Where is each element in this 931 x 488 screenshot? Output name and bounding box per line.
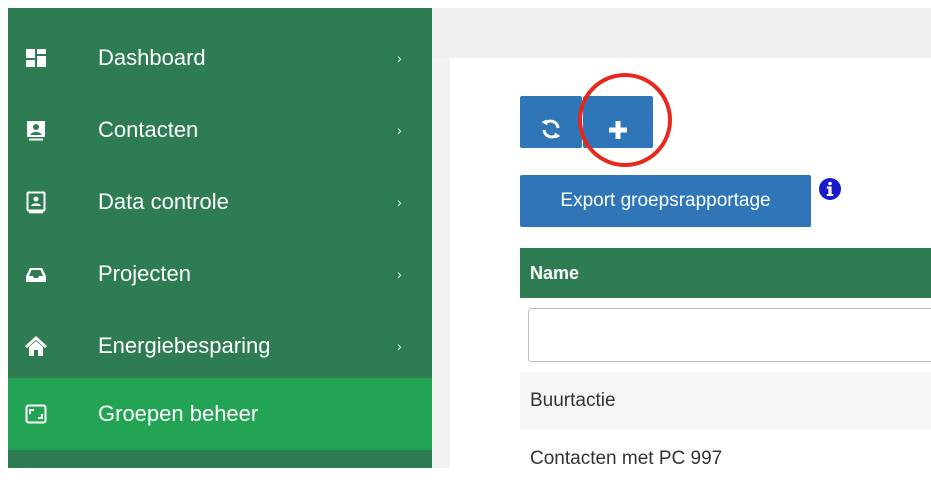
export-group-report-button[interactable]: Export groepsrapportage xyxy=(520,175,811,227)
home-icon xyxy=(25,336,47,356)
column-header-name[interactable]: Name xyxy=(530,248,579,298)
add-group-button[interactable] xyxy=(583,96,653,148)
refresh-button[interactable] xyxy=(520,96,582,148)
plus-icon xyxy=(609,120,627,139)
content-gutter xyxy=(432,58,450,468)
table-cell-name: Contacten met PC 997 xyxy=(530,448,723,469)
sidebar-item-label: Dashboard xyxy=(98,45,206,70)
sidebar-item-contacten[interactable]: Contacten › xyxy=(8,94,432,166)
sidebar-item-data-controle[interactable]: Data controle › xyxy=(8,166,432,238)
sidebar-item-label: Groepen beheer xyxy=(98,401,259,426)
sidebar-item-label: Projecten xyxy=(98,261,191,286)
expand-square-icon xyxy=(25,404,47,424)
chevron-right-icon: › xyxy=(397,266,402,282)
chevron-right-icon: › xyxy=(397,194,402,210)
contact-card-icon xyxy=(27,121,45,141)
table-cell-name: Buurtactie xyxy=(530,390,616,411)
dashboard-icon xyxy=(26,49,46,67)
sidebar-item-dashboard[interactable]: Dashboard › xyxy=(8,22,432,94)
sidebar: Dashboard › Contacten › Data controle › … xyxy=(8,8,432,468)
data-check-icon xyxy=(26,191,46,214)
info-icon[interactable] xyxy=(818,177,842,201)
sidebar-item-label: Energiebesparing xyxy=(98,333,271,358)
sidebar-item-energiebesparing[interactable]: Energiebesparing › xyxy=(8,310,432,382)
chevron-right-icon: › xyxy=(397,338,402,354)
chevron-right-icon: › xyxy=(397,122,402,138)
sidebar-item-groepen-beheer[interactable]: Groepen beheer xyxy=(8,378,432,450)
sidebar-item-label: Contacten xyxy=(98,117,199,142)
top-bar xyxy=(432,8,931,62)
chevron-right-icon: › xyxy=(397,50,402,66)
inbox-tray-icon xyxy=(26,268,46,282)
sidebar-item-projecten[interactable]: Projecten › xyxy=(8,238,432,310)
table-row[interactable]: Buurtactie xyxy=(520,372,931,430)
sidebar-item-label: Data controle xyxy=(98,189,229,214)
table-header: Name xyxy=(520,248,931,298)
table-row[interactable]: Contacten met PC 997 xyxy=(520,430,931,488)
name-filter-input[interactable] xyxy=(528,308,931,362)
refresh-icon xyxy=(541,119,561,139)
